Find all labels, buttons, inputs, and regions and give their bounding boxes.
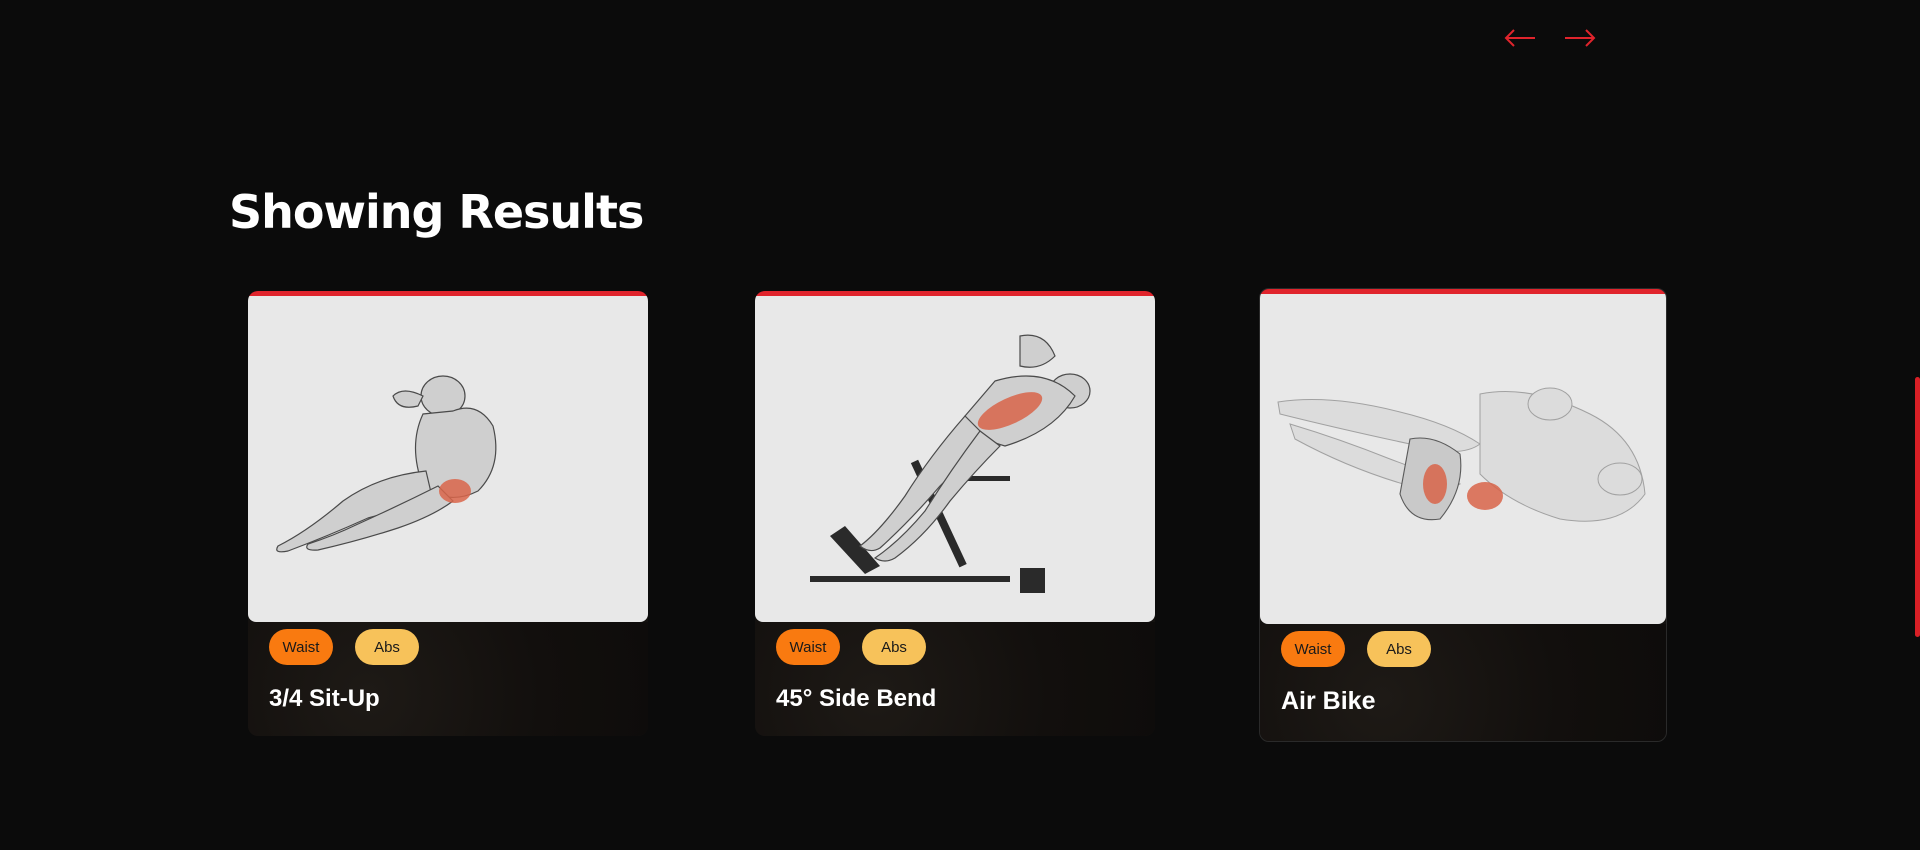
exercise-name: 3/4 Sit-Up — [269, 685, 380, 712]
tag-list: Waist Abs — [1281, 631, 1645, 667]
scrollbar-thumb[interactable] — [1915, 377, 1920, 637]
card-body: Waist Abs 45° Side Bend — [755, 622, 1155, 736]
exercise-illustration — [276, 375, 497, 553]
exercise-card[interactable]: Waist Abs Air Bike — [1259, 288, 1667, 742]
target-tag[interactable]: Abs — [355, 629, 419, 665]
exercise-name: 45° Side Bend — [776, 685, 937, 712]
exercise-card[interactable]: Waist Abs 45° Side Bend — [755, 291, 1155, 736]
arrow-right-icon — [1565, 29, 1596, 47]
exercises-page: Showing Results Waist Abs 3/4 Sit-Up Wai… — [0, 0, 1920, 850]
arrow-left-icon — [1504, 29, 1535, 47]
target-tag[interactable]: Abs — [862, 629, 926, 665]
body-part-tag[interactable]: Waist — [269, 629, 333, 665]
section-title: Showing Results — [229, 185, 644, 239]
exercise-name: Air Bike — [1281, 687, 1376, 715]
card-body: Waist Abs Air Bike — [1260, 624, 1666, 741]
body-part-tag[interactable]: Waist — [1281, 631, 1345, 667]
exercise-illustration — [810, 334, 1091, 593]
exercise-image — [1260, 294, 1666, 624]
target-tag[interactable]: Abs — [1367, 631, 1431, 667]
prev-button[interactable] — [1503, 24, 1537, 52]
card-body: Waist Abs 3/4 Sit-Up — [248, 622, 648, 736]
exercise-illustration — [1277, 387, 1646, 522]
pagination-arrows — [1503, 24, 1597, 52]
tag-list: Waist Abs — [776, 629, 1134, 665]
next-button[interactable] — [1563, 24, 1597, 52]
exercise-image — [755, 296, 1155, 622]
exercise-image — [248, 296, 648, 622]
body-part-tag[interactable]: Waist — [776, 629, 840, 665]
tag-list: Waist Abs — [269, 629, 627, 665]
exercise-card[interactable]: Waist Abs 3/4 Sit-Up — [248, 291, 648, 736]
